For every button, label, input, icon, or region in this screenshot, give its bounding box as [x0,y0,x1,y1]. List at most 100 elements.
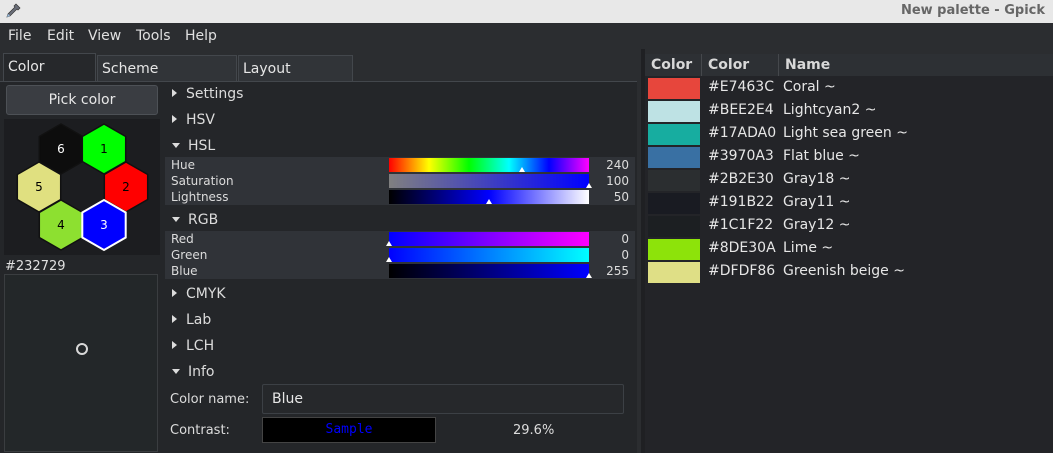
saturation-slider[interactable] [389,174,592,188]
expander-down-icon [172,217,180,222]
palette-name: Gray12 ~ [783,217,851,233]
section-lab[interactable]: Lab [172,312,211,328]
hue-label: Hue [171,158,196,172]
hex-label: 2 [122,180,130,194]
expander-right-icon [172,315,177,323]
palette-row[interactable]: #17ADA0 Light sea green ~ [645,123,1053,145]
zoom-preview[interactable] [4,274,158,452]
tab-layout-preview[interactable]: Layout preview [238,55,353,103]
palette-list: Color Color Name #E7463C Coral ~ #BEE2E4 Li… [645,54,1053,453]
blue-label: Blue [171,264,198,278]
menu-edit[interactable]: Edit [47,28,74,44]
red-slider-thumb[interactable] [386,241,392,246]
palette-row[interactable]: #BEE2E4 Lightcyan2 ~ [645,100,1053,122]
hsl-hue-row: Hue 240 [165,157,635,173]
palette-swatch [648,147,700,168]
left-pane: Color picker Scheme generation Layout pr… [0,49,641,453]
hue-slider[interactable] [389,158,589,172]
color-hexagons: 6 1 5 2 4 3 [4,119,160,255]
expander-right-icon [172,289,177,297]
menu-file[interactable]: File [8,28,31,44]
red-slider[interactable] [386,232,589,246]
hue-slider-thumb[interactable] [519,167,526,172]
menu-tools[interactable]: Tools [136,28,171,44]
header-name[interactable]: Name [779,54,1053,76]
rgb-green-row: Green 0 [165,247,635,263]
palette-hex: #191B22 [708,194,774,210]
palette-swatch [648,170,700,191]
palette-name: Lightcyan2 ~ [783,102,877,118]
hue-value: 240 [606,158,629,172]
palette-hex: #1C1F22 [708,217,774,233]
palette-row[interactable]: #3970A3 Flat blue ~ [645,146,1053,168]
blue-slider-thumb[interactable] [586,273,592,278]
pick-color-button[interactable]: Pick color [6,85,158,115]
section-rgb[interactable]: RGB [172,212,218,228]
section-lch[interactable]: LCH [172,338,214,354]
saturation-slider-thumb[interactable] [586,183,592,188]
current-color-hex: #232729 [5,259,66,274]
blue-slider[interactable] [389,264,592,278]
expander-down-icon [172,369,180,374]
palette-swatch [648,78,700,99]
palette-hex: #BEE2E4 [708,102,774,118]
lightness-label: Lightness [171,190,229,204]
palette-name: Light sea green ~ [783,125,908,141]
palette-name: Greenish beige ~ [783,263,905,279]
red-label: Red [171,232,194,246]
palette-swatch [648,216,700,237]
palette-name: Gray11 ~ [783,194,851,210]
menu-view[interactable]: View [88,28,121,44]
palette-hex: #3970A3 [708,148,774,164]
palette-hex: #17ADA0 [708,125,777,141]
palette-row[interactable]: #191B22 Gray11 ~ [645,192,1053,214]
menu-help[interactable]: Help [185,28,217,44]
green-value: 0 [621,248,629,262]
header-color-hex[interactable]: Color [702,54,779,76]
eyedropper-icon [6,3,21,18]
palette-hex: #8DE30A [708,240,776,256]
saturation-label: Saturation [171,174,234,188]
tab-color-picker[interactable]: Color picker [3,53,96,101]
palette-row[interactable]: #2B2E30 Gray18 ~ [645,169,1053,191]
section-info[interactable]: Info [172,364,215,380]
hexagon-swatches[interactable]: 6 1 5 2 4 3 [4,119,160,255]
palette-row[interactable]: #E7463C Coral ~ [645,77,1053,99]
palette-swatch [648,239,700,260]
section-hsv[interactable]: HSV [172,112,215,128]
hex-label: 6 [57,142,65,156]
palette-row[interactable]: #8DE30A Lime ~ [645,238,1053,260]
palette-swatch [648,101,700,122]
palette-row[interactable]: #1C1F22 Gray12 ~ [645,215,1053,237]
expander-right-icon [172,115,177,123]
blue-value: 255 [606,264,629,278]
palette-swatch [648,262,700,283]
rgb-red-row: Red 0 [165,231,635,247]
green-slider[interactable] [386,248,589,262]
expander-right-icon [172,341,177,349]
header-color-swatch[interactable]: Color [645,54,702,76]
red-value: 0 [621,232,629,246]
palette-hex: #2B2E30 [708,171,774,187]
lightness-slider[interactable] [389,190,589,204]
color-name-label: Color name: [170,392,250,407]
color-name-field[interactable]: Blue [262,384,624,414]
saturation-value: 100 [606,174,629,188]
palette-name: Flat blue ~ [783,148,860,164]
hex-label: 5 [35,180,43,194]
palette-swatch [648,124,700,145]
palette-name: Lime ~ [783,240,834,256]
palette-name: Gray18 ~ [783,171,851,187]
section-hsl[interactable]: HSL [172,138,215,154]
palette-row[interactable]: #DFDF86 Greenish beige ~ [645,261,1053,283]
hex-label: 4 [57,218,65,232]
section-settings[interactable]: Settings [172,86,243,102]
section-cmyk[interactable]: CMYK [172,286,226,302]
tab-scheme-generation[interactable]: Scheme generation [97,55,237,103]
palette-hex: #E7463C [708,79,774,95]
hex-label: 1 [100,142,108,156]
lightness-slider-thumb[interactable] [486,199,492,204]
green-slider-thumb[interactable] [386,257,392,262]
green-label: Green [171,248,208,262]
palette-name: Coral ~ [783,79,836,95]
